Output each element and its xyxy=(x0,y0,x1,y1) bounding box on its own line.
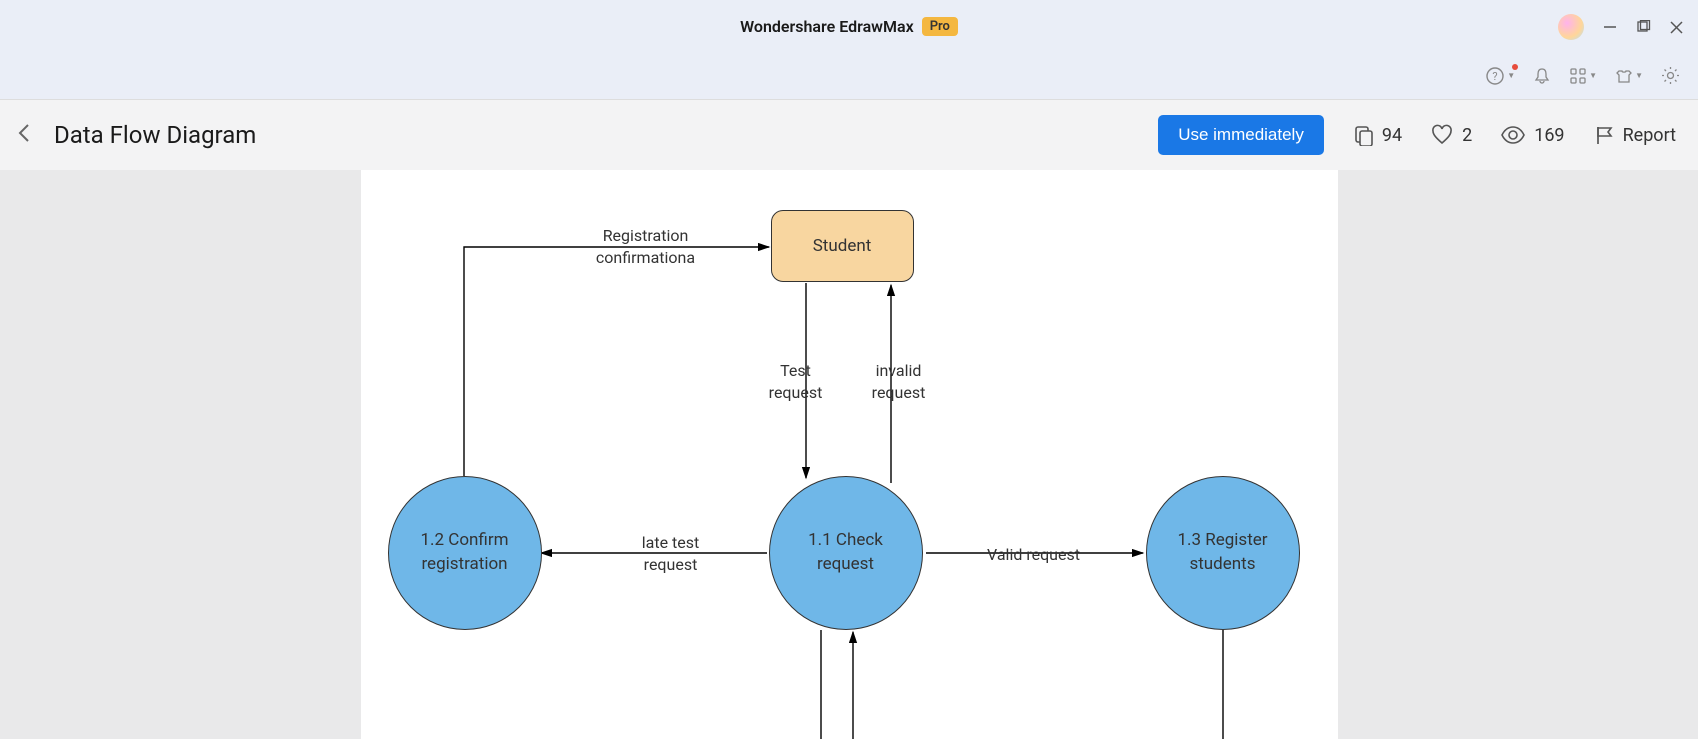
close-button[interactable] xyxy=(1669,20,1684,35)
report-label: Report xyxy=(1623,125,1676,146)
node-student-label: Student xyxy=(813,236,872,256)
back-button[interactable] xyxy=(14,122,54,148)
node-11-line1: 1.1 Check xyxy=(808,529,883,553)
chevron-down-icon: ▼ xyxy=(1635,71,1643,80)
subheader: Data Flow Diagram Use immediately 94 2 1… xyxy=(0,100,1698,170)
eye-icon xyxy=(1500,122,1526,148)
label-registration-confirmation: Registration confirmationa xyxy=(556,225,736,268)
node-confirm-registration[interactable]: 1.2 Confirm registration xyxy=(388,476,542,630)
chevron-down-icon: ▼ xyxy=(1507,71,1515,80)
stat-views-value: 169 xyxy=(1534,125,1564,146)
help-icon[interactable]: ? ▼ xyxy=(1485,66,1515,86)
label-test-request: Test request xyxy=(756,360,836,403)
page-title: Data Flow Diagram xyxy=(54,121,1158,149)
chevron-down-icon: ▼ xyxy=(1589,71,1597,80)
stat-likes[interactable]: 2 xyxy=(1430,123,1472,147)
stat-likes-value: 2 xyxy=(1462,125,1472,146)
stat-copies-value: 94 xyxy=(1382,125,1402,146)
minimize-button[interactable] xyxy=(1602,19,1618,35)
stat-copies[interactable]: 94 xyxy=(1352,124,1402,146)
app-title: Wondershare EdrawMax Pro xyxy=(740,17,958,36)
canvas-wrap: Student 1.2 Confirm registration 1.1 Che… xyxy=(0,170,1698,739)
label-late-test-request: late test request xyxy=(621,532,721,575)
node-register-students[interactable]: 1.3 Register students xyxy=(1146,476,1300,630)
secondary-toolbar: ? ▼ ▼ ▼ xyxy=(0,52,1698,100)
avatar[interactable] xyxy=(1558,14,1584,40)
use-immediately-button[interactable]: Use immediately xyxy=(1158,115,1324,155)
node-13-line2: students xyxy=(1189,553,1255,577)
shirt-icon[interactable]: ▼ xyxy=(1615,67,1643,85)
node-11-line2: request xyxy=(817,553,874,577)
copy-icon xyxy=(1352,124,1374,146)
notification-dot xyxy=(1512,64,1518,70)
node-12-line2: registration xyxy=(421,553,507,577)
app-name-text: Wondershare EdrawMax xyxy=(740,17,914,36)
diagram-canvas[interactable]: Student 1.2 Confirm registration 1.1 Che… xyxy=(361,170,1338,739)
gear-icon[interactable] xyxy=(1661,66,1680,85)
stat-views: 169 xyxy=(1500,122,1564,148)
report-button[interactable]: Report xyxy=(1593,124,1676,146)
node-12-line1: 1.2 Confirm xyxy=(420,529,508,553)
titlebar: Wondershare EdrawMax Pro xyxy=(0,0,1698,52)
bell-icon[interactable] xyxy=(1533,67,1551,85)
flag-icon xyxy=(1593,124,1615,146)
node-13-line1: 1.3 Register xyxy=(1177,529,1267,553)
grid-icon[interactable]: ▼ xyxy=(1569,67,1597,85)
label-invalid-request: invalid request xyxy=(859,360,939,403)
pro-badge: Pro xyxy=(922,17,958,36)
node-student[interactable]: Student xyxy=(771,210,914,282)
label-valid-request: Valid request xyxy=(969,544,1099,566)
window-controls xyxy=(1558,14,1684,40)
svg-text:?: ? xyxy=(1493,70,1498,83)
node-check-request[interactable]: 1.1 Check request xyxy=(769,476,923,630)
heart-icon xyxy=(1430,123,1454,147)
maximize-button[interactable] xyxy=(1636,20,1651,35)
stats-row: 94 2 169 Report xyxy=(1352,122,1676,148)
